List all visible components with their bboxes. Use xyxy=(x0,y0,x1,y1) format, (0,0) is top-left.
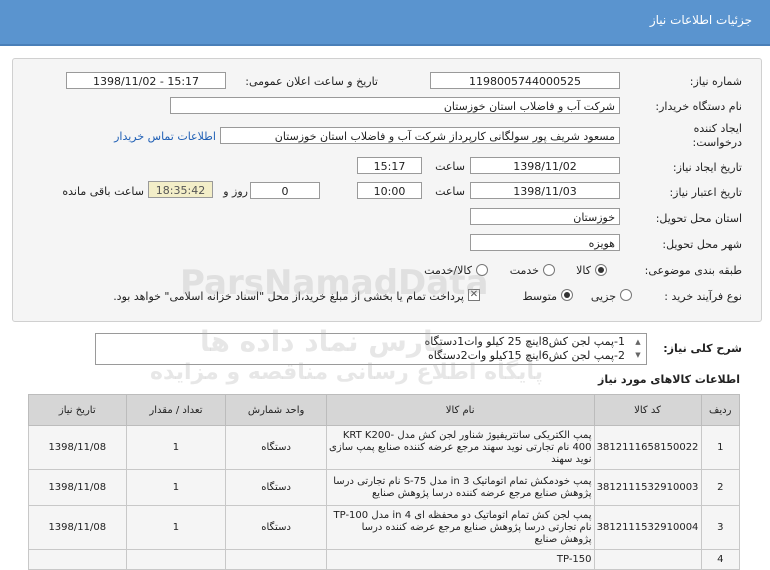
buyer-label: نام دستگاه خریدار: xyxy=(655,100,742,113)
created-time-label: ساعت xyxy=(435,160,465,173)
cell-code: 3812111658150022 xyxy=(593,425,702,470)
cell-name: پمپ خودمکش تمام اتوماتیک 3 in مدل S-75 ن… xyxy=(325,469,595,506)
validity-date-label: تاریخ اعتبار نیاز: xyxy=(669,186,742,199)
announce-label: تاریخ و ساعت اعلان عمومی: xyxy=(245,75,378,88)
cell-date: 1398/11/08 xyxy=(28,425,127,470)
table-row: 1398/11/08 1 دستگاه پمپ خودمکش تمام اتوم… xyxy=(28,469,741,506)
page-title: جزئیات اطلاعات نیاز xyxy=(649,13,752,27)
cell-row: 3 xyxy=(700,505,741,550)
created-time-field: 15:17 xyxy=(357,157,422,174)
cell-code xyxy=(593,549,702,570)
cell-code: 3812111532910003 xyxy=(593,469,702,506)
creator-field: مسعود شریف پور سولگانی کارپرداز شرکت آب … xyxy=(220,127,620,144)
category-goods-radio[interactable] xyxy=(595,264,607,276)
announce-field: 1398/11/02 - 15:17 xyxy=(66,72,226,89)
process-medium-label: متوسط xyxy=(522,290,557,303)
items-section-title: اطلاعات کالاهای مورد نیاز xyxy=(598,373,740,386)
creator-label-2: درخواست: xyxy=(692,136,742,149)
cell-unit xyxy=(225,549,327,570)
cell-date: 1398/11/08 xyxy=(28,469,127,506)
category-service-label: خدمت xyxy=(509,264,539,277)
cell-qty: 1 xyxy=(125,505,227,550)
watermark-persian: پارس نماد داده ها xyxy=(200,325,444,358)
items-table: تاریخ نیاز تعداد / مقدار واحد شمارش نام … xyxy=(28,394,741,570)
remaining-time-field: 18:35:42 xyxy=(148,181,213,198)
col-need-date: تاریخ نیاز xyxy=(28,394,127,426)
cell-unit: دستگاه xyxy=(225,469,327,506)
cell-code: 3812111532910004 xyxy=(593,505,702,550)
need-number-field: 1198005744000525 xyxy=(430,72,620,89)
cell-qty: 1 xyxy=(125,469,227,506)
contact-info-link[interactable]: اطلاعات تماس خریدار xyxy=(104,130,216,143)
cell-unit: دستگاه xyxy=(225,505,327,550)
col-unit: واحد شمارش xyxy=(225,394,327,426)
remaining-label: ساعت باقی مانده xyxy=(62,185,144,198)
province-field: خوزستان xyxy=(470,208,620,225)
table-row: 1398/11/08 1 دستگاه پمپ لجن کش تمام اتوم… xyxy=(28,505,741,550)
cell-date xyxy=(28,549,127,570)
category-label: طبقه بندی موضوعی: xyxy=(644,264,742,277)
process-label: نوع فرآیند خرید : xyxy=(664,290,742,303)
validity-date-field: 1398/11/03 xyxy=(470,182,620,199)
col-quantity: تعداد / مقدار xyxy=(125,394,227,426)
col-item-name: نام کالا xyxy=(325,394,595,426)
remaining-days-field: 0 xyxy=(250,182,320,199)
table-row: TP-150 4 xyxy=(28,549,741,570)
created-date-field: 1398/11/02 xyxy=(470,157,620,174)
watermark-persian-2: پایگاه اطلاع رسانی مناقصه و مزایده xyxy=(150,360,543,385)
description-scrollbar[interactable]: ▲ ▼ xyxy=(634,336,642,362)
cell-name: پمپ لجن کش تمام اتوماتیک دو محفظه ای 4 i… xyxy=(325,505,595,550)
city-label: شهر محل تحویل: xyxy=(662,238,742,251)
created-date-label: تاریخ ایجاد نیاز: xyxy=(672,161,742,174)
description-label: شرح کلی نیاز: xyxy=(663,342,742,355)
validity-time-field: 10:00 xyxy=(357,182,422,199)
cell-row: 4 xyxy=(700,549,741,570)
cell-name: پمپ الکتریکی سانتریفیوژ شناور لجن کش مدل… xyxy=(325,425,595,470)
col-row: ردیف xyxy=(700,394,741,426)
province-label: استان محل تحویل: xyxy=(655,212,742,225)
cell-unit: دستگاه xyxy=(225,425,327,470)
cell-date: 1398/11/08 xyxy=(28,505,127,550)
category-service-radio[interactable] xyxy=(543,264,555,276)
process-minor-radio[interactable] xyxy=(620,289,632,301)
days-label: روز و xyxy=(223,185,248,198)
cell-qty: 1 xyxy=(125,425,227,470)
cell-row: 2 xyxy=(700,469,741,506)
category-goods-label: کالا xyxy=(576,264,591,277)
cell-row: 1 xyxy=(700,425,741,470)
cell-name: TP-150 xyxy=(325,549,595,570)
buyer-field: شرکت آب و فاضلاب استان خوزستان xyxy=(170,97,620,114)
cell-qty xyxy=(125,549,227,570)
table-row: 1398/11/08 1 دستگاه پمپ الکتریکی سانتریف… xyxy=(28,425,741,470)
watermark-latin: ParsNamadData xyxy=(180,263,489,303)
creator-label: ایجاد کننده xyxy=(693,122,742,135)
col-item-code: کد کالا xyxy=(593,394,702,426)
process-minor-label: جزیی xyxy=(590,290,616,303)
need-number-label: شماره نیاز: xyxy=(689,75,742,88)
validity-time-label: ساعت xyxy=(435,185,465,198)
city-field: هویزه xyxy=(470,234,620,251)
process-medium-radio[interactable] xyxy=(561,289,573,301)
